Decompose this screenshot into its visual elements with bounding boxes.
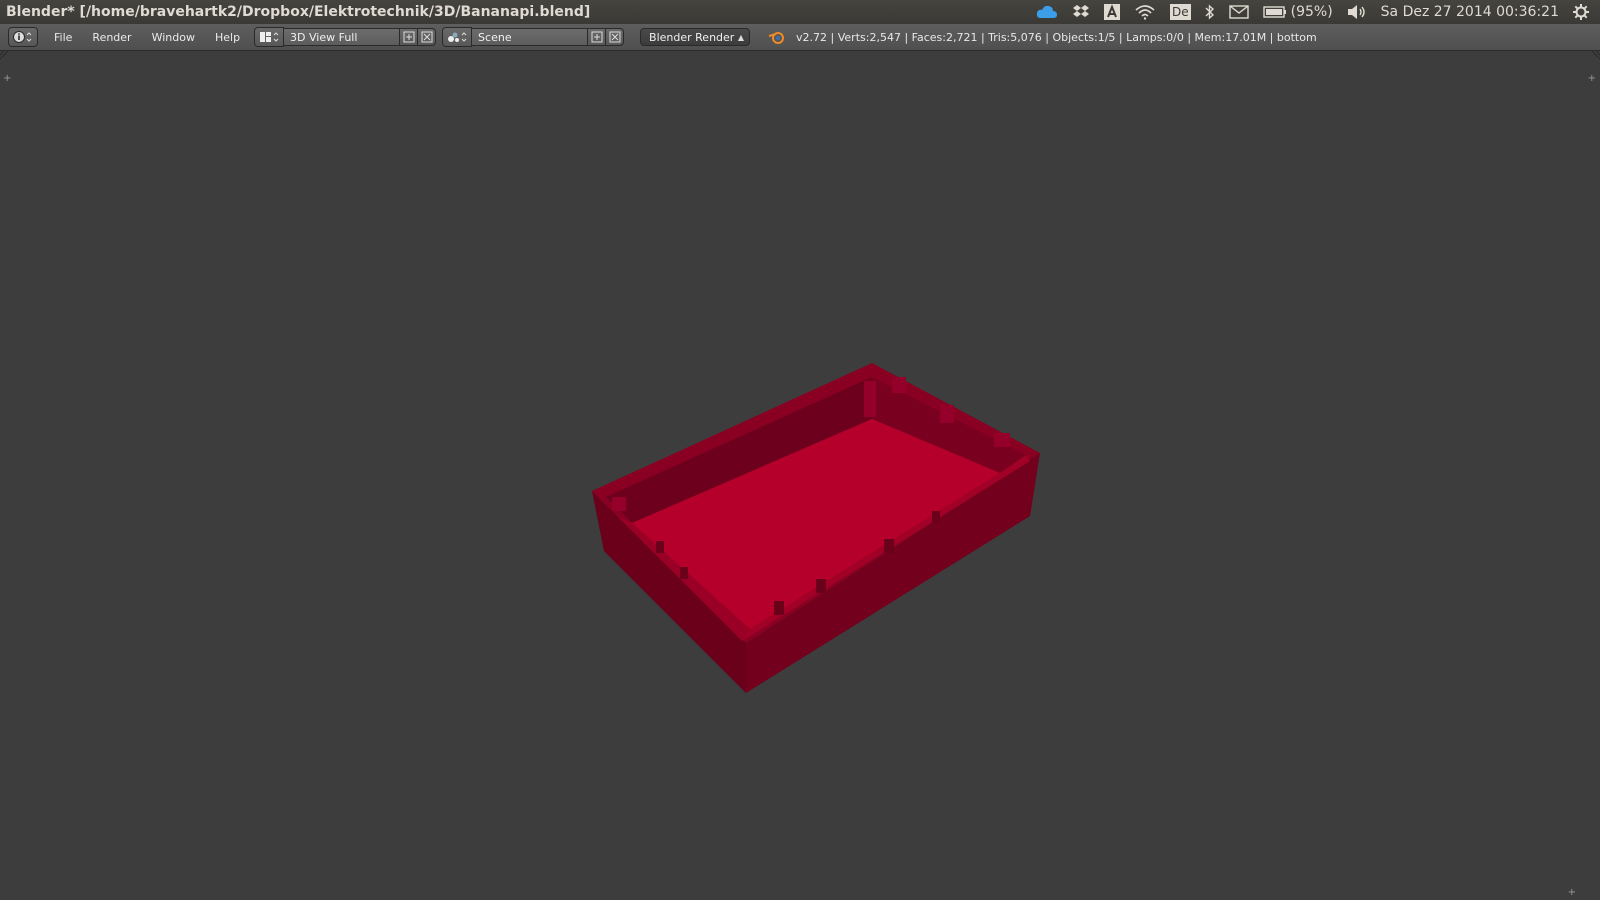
- battery-icon[interactable]: [1256, 0, 1289, 24]
- case-tab: [816, 579, 826, 593]
- close-icon: [609, 31, 621, 43]
- keyboard-layout-icon[interactable]: De: [1163, 0, 1198, 24]
- close-icon: [421, 31, 433, 43]
- menu-render[interactable]: Render: [82, 31, 141, 44]
- system-top-bar: Blender* [/home/bravehartk2/Dropbox/Elek…: [0, 0, 1600, 24]
- case-pillar: [864, 381, 876, 417]
- font-a-icon[interactable]: [1097, 0, 1127, 24]
- screen-layout-icon[interactable]: [254, 27, 285, 47]
- plus-icon: [591, 31, 603, 43]
- case-tab: [774, 601, 784, 615]
- updown-arrows-icon: ▲: [737, 33, 745, 42]
- scene-icon[interactable]: [442, 27, 473, 47]
- mail-icon[interactable]: [1222, 0, 1256, 24]
- battery-percent: (95%): [1290, 4, 1333, 20]
- scene-field[interactable]: Scene: [472, 28, 589, 46]
- case-tab: [932, 511, 940, 523]
- dropbox-icon[interactable]: [1065, 0, 1097, 24]
- scene-statistics: v2.72 | Verts:2,547 | Faces:2,721 | Tris…: [796, 30, 1317, 44]
- cloud-icon[interactable]: [1029, 0, 1065, 24]
- editor-type-selector[interactable]: [8, 27, 38, 47]
- case-tab: [940, 405, 954, 423]
- wifi-icon[interactable]: [1127, 0, 1163, 24]
- case-tab: [656, 541, 664, 553]
- window-title: Blender* [/home/bravehartk2/Dropbox/Elek…: [6, 4, 591, 20]
- screen-layout-selector: 3D View Full: [254, 27, 437, 47]
- bluetooth-icon[interactable]: [1198, 0, 1222, 24]
- info-icon: [13, 31, 32, 43]
- case-tab: [892, 377, 906, 393]
- case-tab: [884, 539, 894, 553]
- add-scene-button[interactable]: [588, 28, 607, 46]
- settings-gear-icon[interactable]: [1566, 0, 1596, 24]
- plus-icon: [403, 31, 415, 43]
- case-tab: [612, 497, 626, 511]
- 3d-viewport[interactable]: + + +: [0, 51, 1600, 900]
- add-screen-button[interactable]: [400, 28, 419, 46]
- case-tab: [994, 433, 1010, 447]
- screen-layout-field[interactable]: 3D View Full: [284, 28, 401, 46]
- menu-file[interactable]: File: [44, 31, 82, 44]
- delete-screen-button[interactable]: [418, 28, 437, 46]
- system-tray: De (95%) Sa Dez 27 2014 00:36:21: [1029, 0, 1596, 24]
- menu-help[interactable]: Help: [205, 31, 250, 44]
- blender-logo-icon: [768, 32, 785, 44]
- volume-icon[interactable]: [1340, 0, 1374, 24]
- menu-window[interactable]: Window: [142, 31, 205, 44]
- clock[interactable]: Sa Dez 27 2014 00:36:21: [1374, 0, 1566, 24]
- delete-scene-button[interactable]: [606, 28, 625, 46]
- red-case-mesh[interactable]: [0, 51, 1600, 900]
- render-engine-dropdown[interactable]: Blender Render ▲: [640, 28, 751, 46]
- scene-selector: Scene: [442, 27, 625, 47]
- case-tab: [680, 567, 688, 579]
- blender-info-header: File Render Window Help 3D View Full Sce…: [0, 24, 1600, 51]
- render-engine-label: Blender Render: [649, 31, 735, 44]
